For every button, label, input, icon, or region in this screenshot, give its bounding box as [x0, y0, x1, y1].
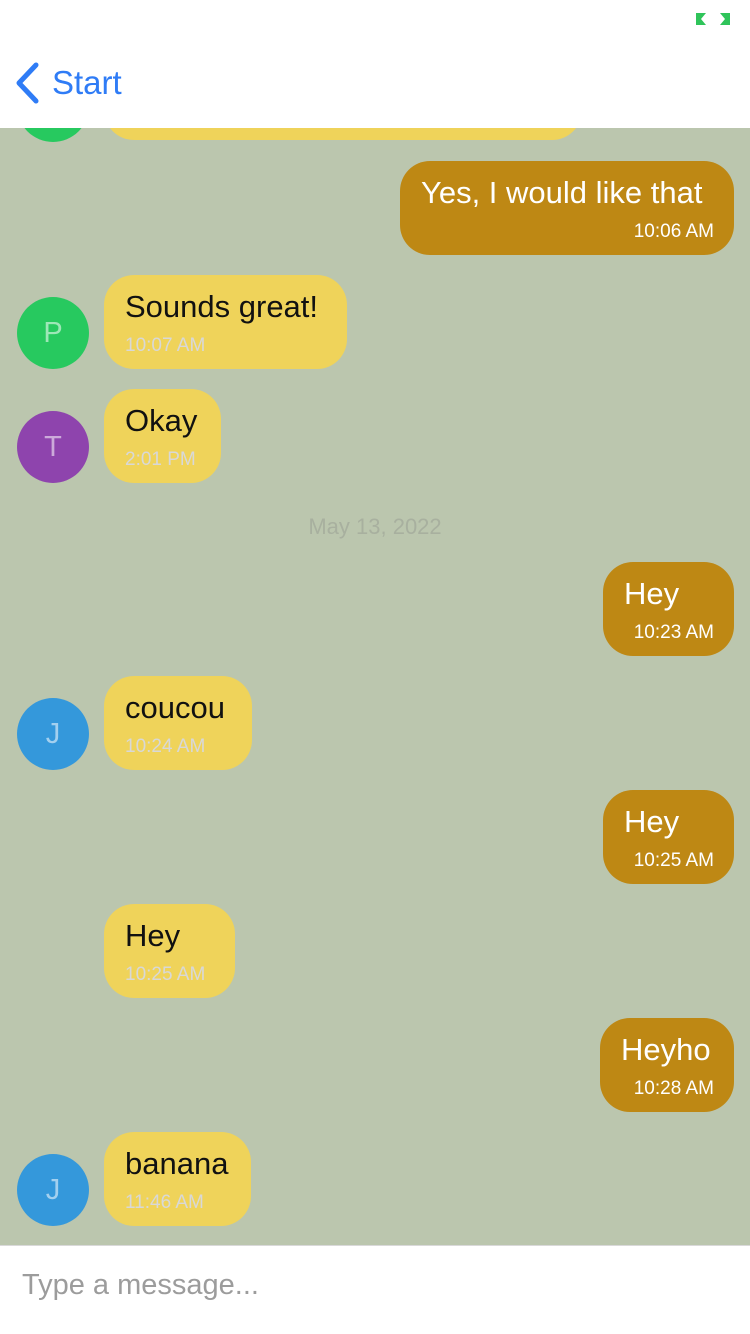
message-bubble-outgoing[interactable]: Hey 10:25 AM — [603, 790, 734, 884]
message-time: 10:25 AM — [633, 850, 714, 871]
avatar[interactable]: P — [17, 297, 89, 369]
message-time: 10:28 AM — [633, 1078, 714, 1099]
message-time: 2:01 PM — [125, 449, 196, 470]
message-time: 10:24 AM — [125, 736, 206, 757]
avatar[interactable]: J — [17, 1154, 89, 1226]
message-time: 10:07 AM — [125, 335, 206, 356]
avatar-initial: T — [44, 430, 62, 463]
message-bubble-incoming[interactable]: coucou 10:24 AM — [104, 676, 252, 770]
message-time: 10:06 AM — [633, 221, 714, 242]
avatar-initial: J — [45, 717, 61, 750]
message-bubble-outgoing[interactable]: Hey 10:23 AM — [603, 562, 734, 656]
back-button[interactable]: Start — [14, 60, 122, 106]
message-bubble-incoming[interactable]: Hey 10:25 AM — [104, 904, 235, 998]
date-separator: May 13, 2022 — [308, 514, 442, 539]
message-text: coucou — [125, 690, 225, 725]
message-bubble-outgoing[interactable]: Heyho 10:28 AM — [600, 1018, 734, 1112]
composer-bar — [0, 1245, 750, 1334]
avatar-initial: P — [43, 316, 63, 349]
message-text: Hey — [125, 918, 181, 953]
message-list[interactable]: Yes, I would like that 10:06 AM P Sounds… — [0, 128, 750, 1245]
avatar[interactable]: T — [17, 411, 89, 483]
message-time: 11:46 AM — [125, 1192, 204, 1213]
message-bubble-outgoing[interactable]: Yes, I would like that 10:06 AM — [400, 161, 734, 255]
status-bar — [0, 0, 750, 44]
message-text: Yes, I would like that — [421, 175, 703, 210]
back-button-label: Start — [52, 64, 122, 101]
message-text: Hey — [624, 576, 680, 611]
message-bubble-incoming[interactable]: Okay 2:01 PM — [104, 389, 221, 483]
message-bubble-incoming[interactable]: banana 11:46 AM — [104, 1132, 251, 1226]
message-text: Heyho — [621, 1032, 711, 1067]
message-time: 10:23 AM — [633, 622, 714, 643]
message-bubble-partial — [104, 128, 582, 140]
message-text: Hey — [624, 804, 680, 839]
screen-recording-icon — [696, 13, 730, 25]
navigation-bar: Start — [0, 44, 750, 128]
avatar-initial: J — [45, 1173, 61, 1206]
avatar — [17, 128, 89, 142]
avatar[interactable]: J — [17, 698, 89, 770]
message-bubble-incoming[interactable]: Sounds great! 10:07 AM — [104, 275, 347, 369]
message-text: Sounds great! — [125, 289, 319, 324]
message-input[interactable] — [20, 1260, 724, 1310]
message-text: banana — [125, 1146, 229, 1181]
chevron-left-icon — [16, 62, 39, 104]
message-text: Okay — [125, 403, 198, 438]
message-time: 10:25 AM — [125, 964, 206, 985]
